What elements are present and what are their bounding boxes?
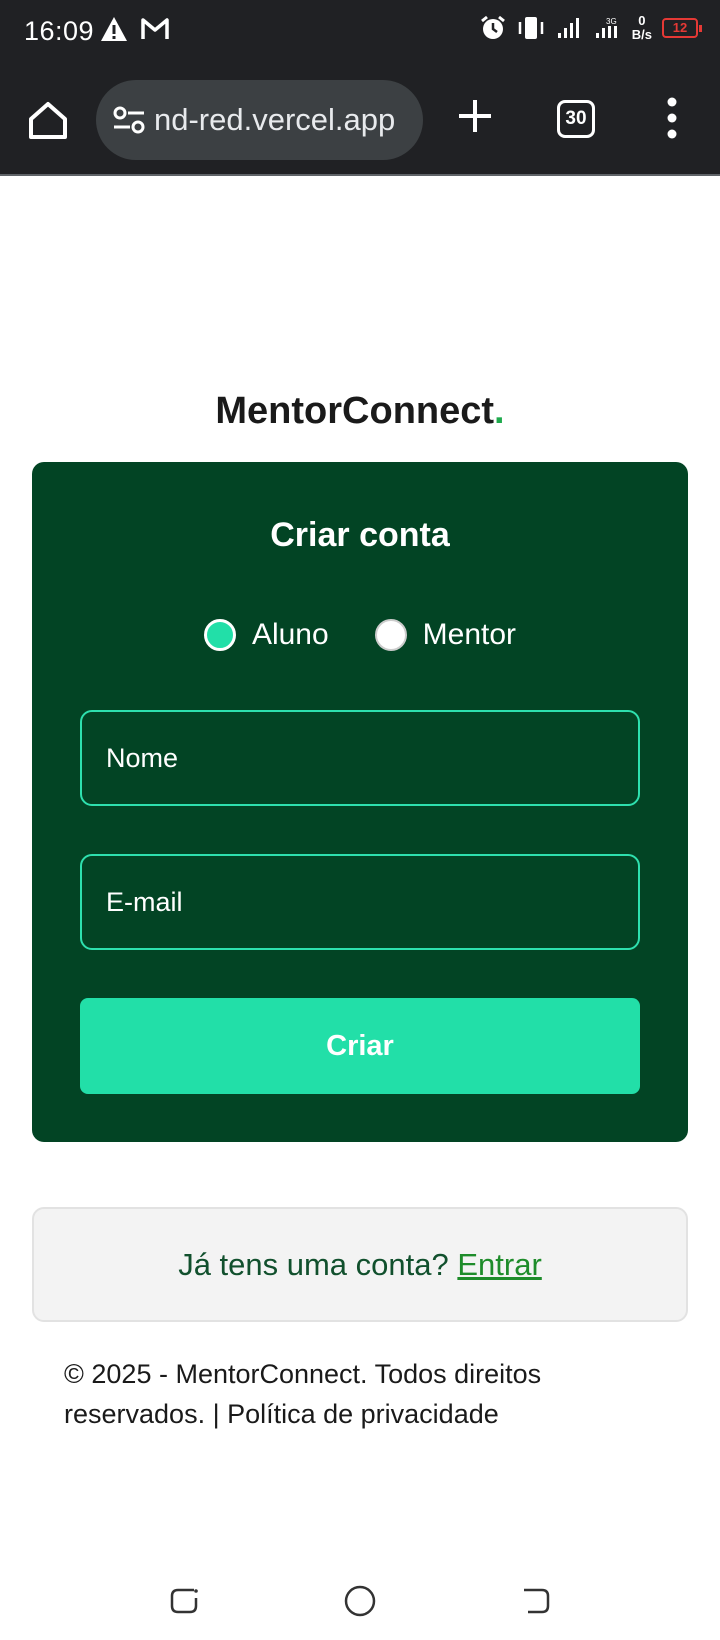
- login-prompt: Já tens uma conta? Entrar: [32, 1207, 688, 1322]
- role-selector: Aluno Mentor: [32, 618, 688, 652]
- brand-logo: MentorConnect.: [0, 390, 720, 433]
- signup-title: Criar conta: [270, 516, 450, 554]
- battery-icon: 12: [662, 18, 702, 38]
- system-nav-bar: [0, 1560, 720, 1640]
- back-nav-icon[interactable]: [516, 1580, 556, 1620]
- role-label-aluno: Aluno: [251, 618, 329, 651]
- svg-text:3G: 3G: [606, 17, 617, 26]
- gmail-icon: [141, 18, 169, 39]
- email-input[interactable]: [80, 854, 640, 950]
- new-tab-icon[interactable]: [455, 96, 495, 136]
- signup-card: Criar conta Aluno Mentor Criar: [32, 462, 688, 1142]
- login-prompt-text: Já tens uma conta?: [178, 1247, 449, 1282]
- warning-icon: [101, 17, 127, 41]
- signal-icon-1: [557, 18, 579, 38]
- site-settings-icon[interactable]: [112, 104, 146, 136]
- tab-switcher-button[interactable]: 30: [557, 100, 595, 138]
- home-nav-icon[interactable]: [340, 1580, 380, 1620]
- address-bar[interactable]: nd-red.vercel.app: [96, 80, 423, 160]
- more-menu-icon[interactable]: [662, 96, 682, 140]
- radio-aluno[interactable]: [203, 619, 236, 651]
- create-account-button[interactable]: Criar: [80, 998, 640, 1094]
- recent-apps-icon[interactable]: [164, 1580, 204, 1620]
- login-link[interactable]: Entrar: [457, 1247, 541, 1282]
- net-speed: 0 B/s: [631, 13, 652, 42]
- vibrate-icon: [518, 17, 544, 39]
- brand-name: MentorConnect: [215, 390, 495, 432]
- signal-icon-2: 3G: [595, 17, 617, 38]
- status-time: 16:09: [24, 16, 95, 46]
- radio-mentor[interactable]: [374, 619, 407, 651]
- alarm-icon: [480, 15, 505, 39]
- browser-toolbar: nd-red.vercel.app 30: [0, 68, 720, 176]
- home-icon[interactable]: [26, 98, 70, 142]
- brand-dot: .: [494, 390, 505, 432]
- status-bar: 16:09 3G 0 B/s 12: [0, 0, 720, 68]
- url-text[interactable]: nd-red.vercel.app: [154, 102, 416, 138]
- role-label-mentor: Mentor: [422, 618, 517, 651]
- footer-text: © 2025 - MentorConnect. Todos direitos r…: [64, 1359, 542, 1429]
- tab-count: 30: [565, 108, 587, 129]
- name-input[interactable]: [80, 710, 640, 806]
- role-option-mentor[interactable]: Mentor: [374, 618, 517, 652]
- role-option-aluno[interactable]: Aluno: [203, 618, 329, 652]
